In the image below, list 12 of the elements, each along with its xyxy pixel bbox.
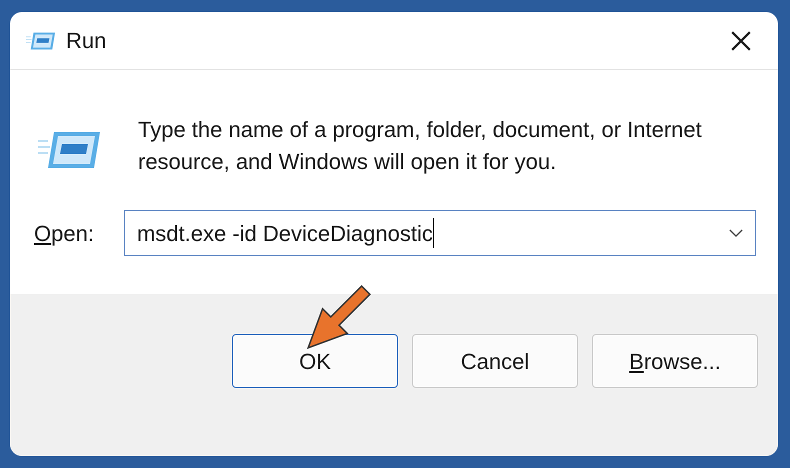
- run-icon: [38, 130, 102, 170]
- dialog-button[interactable]: Cancel: [412, 334, 578, 388]
- description-text: Type the name of a program, folder, document, or Internet resource, and Windows will open it for you.: [138, 116, 703, 176]
- run-icon: [26, 30, 56, 50]
- close-icon[interactable]: [730, 30, 752, 52]
- dialog-button[interactable]: OK: [232, 334, 398, 388]
- text-cursor: [432, 218, 434, 248]
- chevron-down-icon[interactable]: [729, 228, 743, 238]
- dialog-button[interactable]: Browse...: [592, 334, 758, 388]
- open-label: Open:: [34, 220, 94, 248]
- window-title: Run: [66, 27, 106, 55]
- open-field[interactable]: msdt.exe -id DeviceDiagnostic: [124, 210, 756, 256]
